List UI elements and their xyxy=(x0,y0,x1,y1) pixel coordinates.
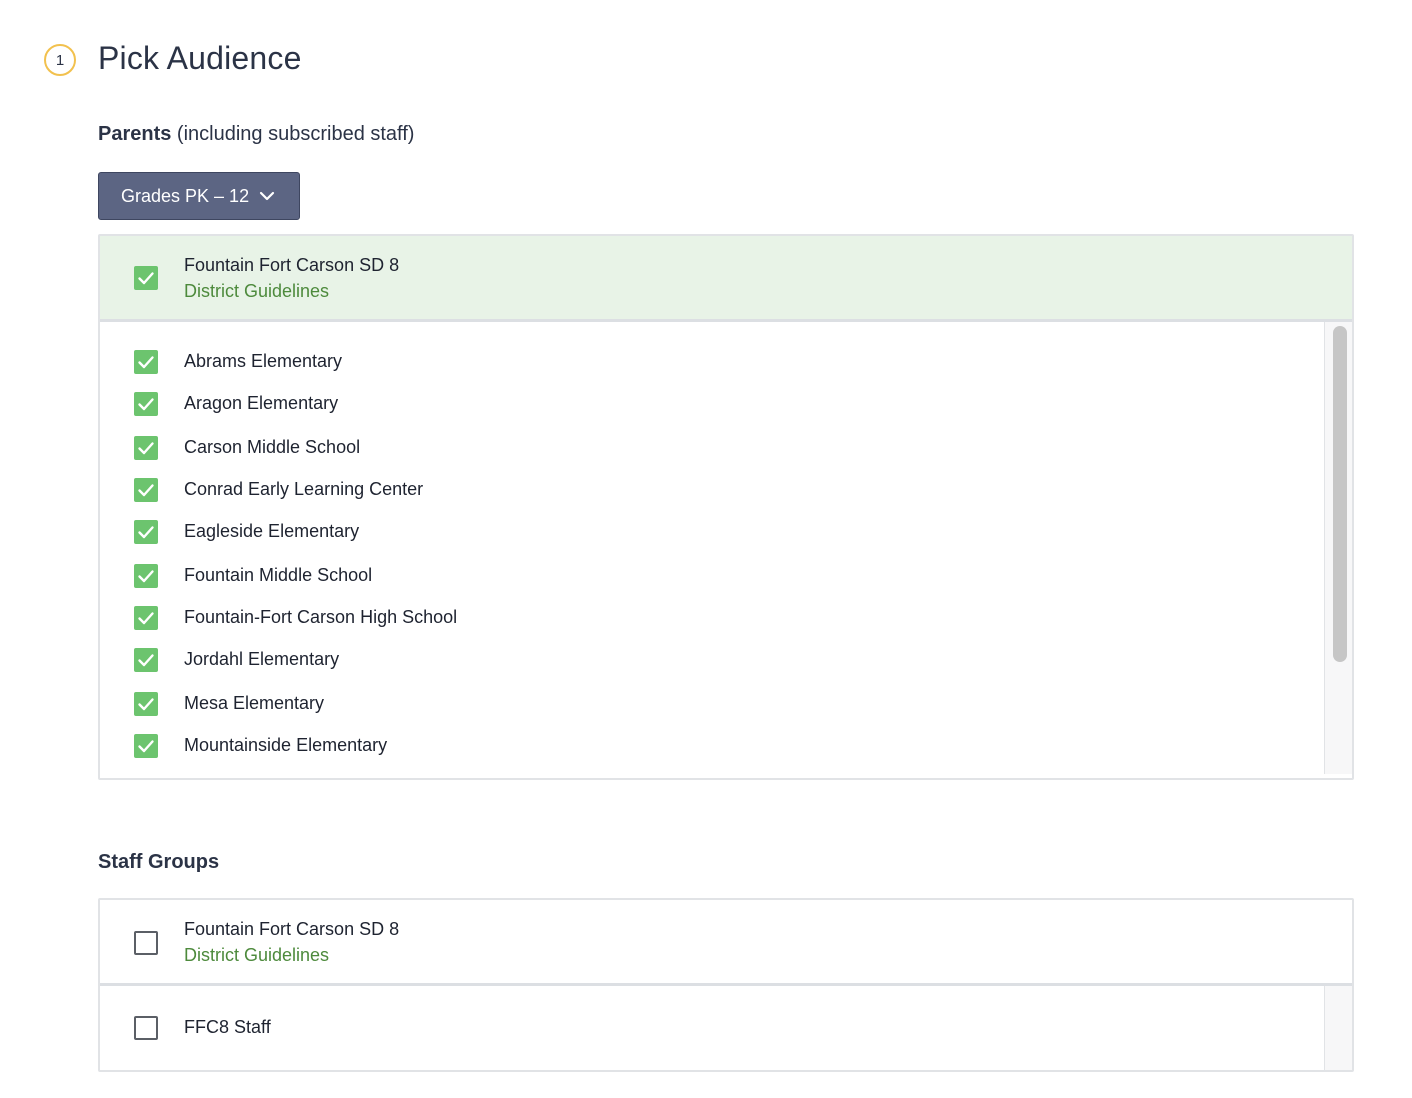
school-checkbox[interactable] xyxy=(134,648,158,672)
checkmark-icon xyxy=(138,570,154,583)
school-name: Jordahl Elementary xyxy=(184,649,340,669)
school-item[interactable]: Eagleside Elementary xyxy=(100,512,1322,552)
parents-section-label: Parents (including subscribed staff) xyxy=(98,123,414,146)
checkmark-icon xyxy=(138,484,154,497)
grades-dropdown-button[interactable]: Grades PK – 12 xyxy=(98,172,300,220)
staff-district-row[interactable]: Fountain Fort Carson SD 8 District Guide… xyxy=(100,900,1352,986)
staff-district-name: Fountain Fort Carson SD 8 xyxy=(184,919,400,939)
step-number-badge: 1 xyxy=(44,44,76,76)
page-title: Pick Audience xyxy=(98,40,302,76)
school-name: Aragon Elementary xyxy=(184,393,339,413)
step-number: 1 xyxy=(55,51,65,69)
school-name: Conrad Early Learning Center xyxy=(184,479,424,499)
chevron-down-icon xyxy=(259,191,275,201)
parents-district-checkbox[interactable] xyxy=(134,266,158,290)
school-checkbox[interactable] xyxy=(134,606,158,630)
school-item[interactable]: Mesa Elementary xyxy=(100,684,1322,724)
checkmark-icon xyxy=(138,740,154,753)
parents-district-row[interactable]: Fountain Fort Carson SD 8 District Guide… xyxy=(100,236,1352,322)
staff-district-checkbox[interactable] xyxy=(134,931,158,955)
school-checkbox[interactable] xyxy=(134,692,158,716)
school-checkbox[interactable] xyxy=(134,520,158,544)
school-name: Abrams Elementary xyxy=(184,351,343,371)
staff-list-scrollbar[interactable] xyxy=(1324,986,1352,1070)
school-item[interactable]: Aragon Elementary xyxy=(100,384,1322,424)
parents-label-bold: Parents xyxy=(98,123,172,145)
school-list-scrollbar[interactable] xyxy=(1324,322,1352,774)
school-name: Mountainside Elementary xyxy=(184,735,388,755)
school-item[interactable]: Fountain Middle School xyxy=(100,556,1322,596)
scrollbar-thumb[interactable] xyxy=(1333,326,1347,662)
parents-label-rest: (including subscribed staff) xyxy=(171,123,415,145)
staff-group-list: FFC8 Staff xyxy=(100,986,1352,1070)
school-name: Mesa Elementary xyxy=(184,693,325,713)
checkmark-icon xyxy=(138,612,154,625)
checkmark-icon xyxy=(138,526,154,539)
parents-district-guidelines-link[interactable]: District Guidelines xyxy=(184,281,329,302)
school-checkbox[interactable] xyxy=(134,436,158,460)
grades-dropdown-label: Grades PK – 12 xyxy=(121,185,250,206)
staff-group-item[interactable]: FFC8 Staff xyxy=(100,1008,1322,1048)
checkmark-icon xyxy=(138,356,154,369)
school-item[interactable]: Abrams Elementary xyxy=(100,342,1322,382)
checkmark-icon xyxy=(138,272,154,285)
checkmark-icon xyxy=(138,398,154,411)
school-checkbox[interactable] xyxy=(134,564,158,588)
school-item[interactable]: Conrad Early Learning Center xyxy=(100,470,1322,510)
staff-groups-panel: Fountain Fort Carson SD 8 District Guide… xyxy=(98,898,1354,1072)
school-item[interactable]: Jordahl Elementary xyxy=(100,640,1322,680)
staff-group-checkbox[interactable] xyxy=(134,1016,158,1040)
staff-district-guidelines-link[interactable]: District Guidelines xyxy=(184,945,329,966)
school-item[interactable]: Fountain-Fort Carson High School xyxy=(100,598,1322,638)
school-item[interactable]: Mountainside Elementary xyxy=(100,726,1322,766)
school-name: Eagleside Elementary xyxy=(184,521,360,541)
checkmark-icon xyxy=(138,654,154,667)
school-checkbox[interactable] xyxy=(134,392,158,416)
school-checkbox[interactable] xyxy=(134,478,158,502)
school-checkbox[interactable] xyxy=(134,350,158,374)
checkmark-icon xyxy=(138,698,154,711)
school-name: Fountain Middle School xyxy=(184,565,373,585)
parents-audience-panel: Fountain Fort Carson SD 8 District Guide… xyxy=(98,234,1354,780)
staff-groups-label: Staff Groups xyxy=(98,851,220,873)
school-item[interactable]: Carson Middle School xyxy=(100,428,1322,468)
checkmark-icon xyxy=(138,442,154,455)
staff-group-name: FFC8 Staff xyxy=(184,1017,271,1037)
parents-district-name: Fountain Fort Carson SD 8 xyxy=(184,255,400,275)
school-list: Abrams Elementary Aragon Elementary Cars… xyxy=(100,322,1352,774)
school-name: Carson Middle School xyxy=(184,437,361,457)
school-checkbox[interactable] xyxy=(134,734,158,758)
school-name: Fountain-Fort Carson High School xyxy=(184,607,458,627)
